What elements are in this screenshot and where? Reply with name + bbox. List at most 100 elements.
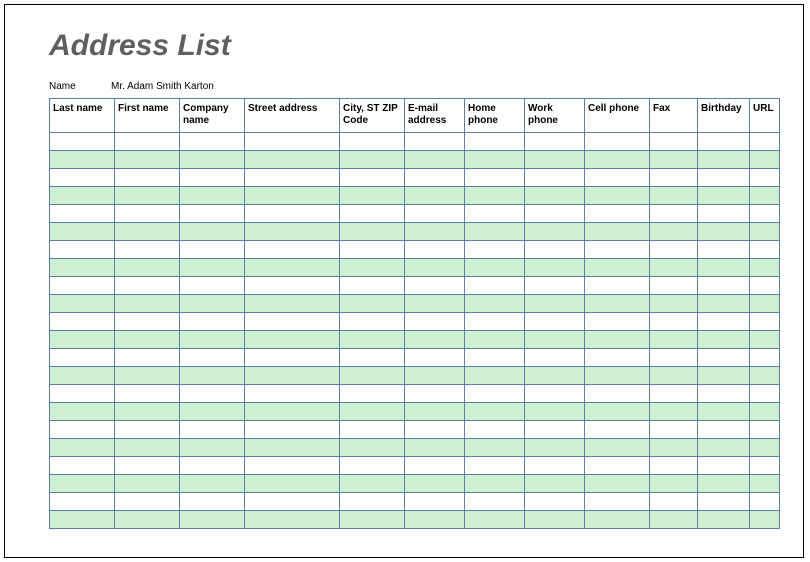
table-cell[interactable] <box>245 241 340 259</box>
table-cell[interactable] <box>50 385 115 403</box>
table-cell[interactable] <box>50 403 115 421</box>
table-cell[interactable] <box>750 313 780 331</box>
table-cell[interactable] <box>650 493 698 511</box>
table-cell[interactable] <box>115 511 180 529</box>
table-cell[interactable] <box>340 151 405 169</box>
table-cell[interactable] <box>115 241 180 259</box>
table-cell[interactable] <box>180 385 245 403</box>
table-cell[interactable] <box>115 223 180 241</box>
table-cell[interactable] <box>525 493 585 511</box>
table-cell[interactable] <box>585 493 650 511</box>
table-cell[interactable] <box>698 187 750 205</box>
table-cell[interactable] <box>50 277 115 295</box>
table-cell[interactable] <box>465 151 525 169</box>
table-cell[interactable] <box>585 223 650 241</box>
table-cell[interactable] <box>465 493 525 511</box>
table-cell[interactable] <box>245 475 340 493</box>
table-cell[interactable] <box>245 403 340 421</box>
table-cell[interactable] <box>50 223 115 241</box>
table-cell[interactable] <box>698 403 750 421</box>
table-cell[interactable] <box>405 493 465 511</box>
table-cell[interactable] <box>650 277 698 295</box>
table-cell[interactable] <box>405 259 465 277</box>
table-cell[interactable] <box>525 133 585 151</box>
table-cell[interactable] <box>50 169 115 187</box>
table-cell[interactable] <box>180 295 245 313</box>
table-cell[interactable] <box>245 493 340 511</box>
table-cell[interactable] <box>50 241 115 259</box>
table-cell[interactable] <box>585 259 650 277</box>
table-cell[interactable] <box>180 511 245 529</box>
table-cell[interactable] <box>750 439 780 457</box>
table-cell[interactable] <box>750 457 780 475</box>
table-cell[interactable] <box>115 259 180 277</box>
table-cell[interactable] <box>180 151 245 169</box>
table-cell[interactable] <box>245 349 340 367</box>
table-cell[interactable] <box>465 385 525 403</box>
table-cell[interactable] <box>698 151 750 169</box>
table-cell[interactable] <box>245 511 340 529</box>
table-cell[interactable] <box>750 151 780 169</box>
table-cell[interactable] <box>750 133 780 151</box>
table-cell[interactable] <box>650 439 698 457</box>
table-cell[interactable] <box>525 259 585 277</box>
table-cell[interactable] <box>698 367 750 385</box>
table-cell[interactable] <box>465 169 525 187</box>
table-cell[interactable] <box>405 241 465 259</box>
table-cell[interactable] <box>340 223 405 241</box>
table-cell[interactable] <box>180 133 245 151</box>
table-cell[interactable] <box>50 493 115 511</box>
table-cell[interactable] <box>650 223 698 241</box>
table-cell[interactable] <box>340 439 405 457</box>
table-cell[interactable] <box>525 385 585 403</box>
table-cell[interactable] <box>750 277 780 295</box>
table-cell[interactable] <box>585 205 650 223</box>
table-cell[interactable] <box>50 151 115 169</box>
table-cell[interactable] <box>405 133 465 151</box>
table-cell[interactable] <box>340 367 405 385</box>
table-cell[interactable] <box>340 169 405 187</box>
table-cell[interactable] <box>115 331 180 349</box>
table-cell[interactable] <box>698 169 750 187</box>
table-cell[interactable] <box>585 331 650 349</box>
table-cell[interactable] <box>525 331 585 349</box>
table-cell[interactable] <box>750 223 780 241</box>
table-cell[interactable] <box>585 349 650 367</box>
table-cell[interactable] <box>465 187 525 205</box>
table-cell[interactable] <box>340 295 405 313</box>
table-cell[interactable] <box>245 259 340 277</box>
table-cell[interactable] <box>465 259 525 277</box>
table-cell[interactable] <box>750 331 780 349</box>
table-cell[interactable] <box>585 241 650 259</box>
table-cell[interactable] <box>405 331 465 349</box>
table-cell[interactable] <box>180 367 245 385</box>
table-cell[interactable] <box>650 403 698 421</box>
table-cell[interactable] <box>115 277 180 295</box>
table-cell[interactable] <box>585 439 650 457</box>
table-cell[interactable] <box>50 457 115 475</box>
table-cell[interactable] <box>180 259 245 277</box>
table-cell[interactable] <box>50 259 115 277</box>
table-cell[interactable] <box>650 295 698 313</box>
table-cell[interactable] <box>750 349 780 367</box>
table-cell[interactable] <box>50 511 115 529</box>
table-cell[interactable] <box>525 367 585 385</box>
table-cell[interactable] <box>650 151 698 169</box>
table-cell[interactable] <box>245 295 340 313</box>
table-cell[interactable] <box>465 367 525 385</box>
table-cell[interactable] <box>750 403 780 421</box>
table-cell[interactable] <box>585 313 650 331</box>
table-cell[interactable] <box>115 205 180 223</box>
table-cell[interactable] <box>405 295 465 313</box>
table-cell[interactable] <box>698 331 750 349</box>
table-cell[interactable] <box>245 277 340 295</box>
table-cell[interactable] <box>115 439 180 457</box>
table-cell[interactable] <box>525 403 585 421</box>
table-cell[interactable] <box>180 403 245 421</box>
table-cell[interactable] <box>465 133 525 151</box>
table-cell[interactable] <box>698 295 750 313</box>
table-cell[interactable] <box>525 421 585 439</box>
table-cell[interactable] <box>525 313 585 331</box>
table-cell[interactable] <box>525 169 585 187</box>
table-cell[interactable] <box>465 277 525 295</box>
